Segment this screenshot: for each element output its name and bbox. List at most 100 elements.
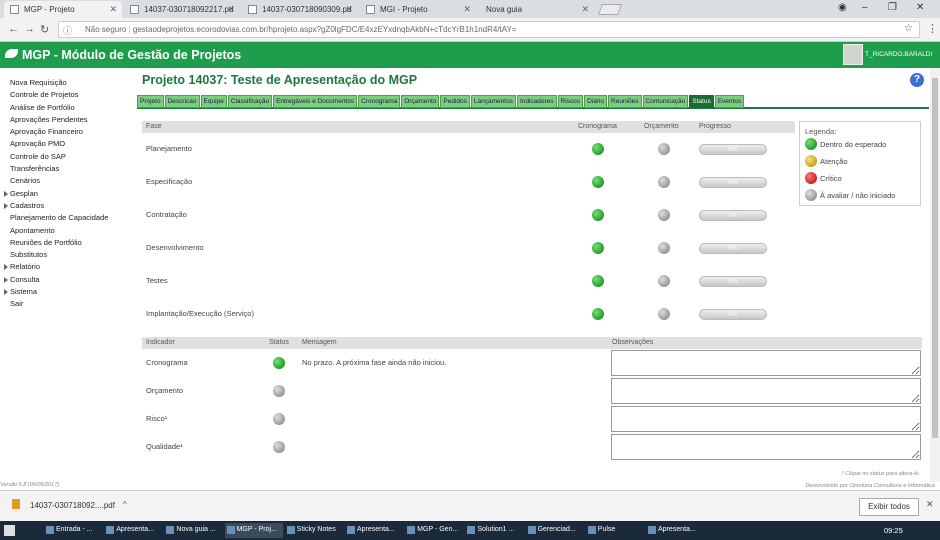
- profile-icon[interactable]: ◉: [838, 2, 847, 13]
- new-tab-button[interactable]: [597, 4, 623, 15]
- minimize-icon[interactable]: –: [862, 2, 868, 13]
- close-window-icon[interactable]: ✕: [916, 2, 924, 13]
- tab-item[interactable]: Diário: [584, 95, 608, 108]
- sidebar-item[interactable]: Transferências: [0, 164, 135, 176]
- close-icon[interactable]: ✕: [463, 4, 471, 15]
- back-icon[interactable]: ←: [8, 23, 19, 35]
- tab-item[interactable]: Reuniões: [608, 95, 642, 108]
- sidebar-item[interactable]: Aprovações Pendentes: [0, 115, 135, 127]
- budget-status-icon[interactable]: [658, 242, 670, 254]
- help-icon[interactable]: ?: [910, 73, 924, 87]
- browser-tab[interactable]: MGI - Projeto ✕: [360, 1, 476, 18]
- observations-field[interactable]: [611, 378, 921, 404]
- budget-status-icon[interactable]: [658, 275, 670, 287]
- indicator-status-icon[interactable]: [273, 385, 285, 397]
- budget-status-icon[interactable]: [658, 209, 670, 221]
- close-icon[interactable]: ✕: [109, 4, 117, 15]
- tab-item[interactable]: Entregáveis e Documentos: [273, 95, 358, 108]
- observations-field[interactable]: [611, 350, 921, 376]
- schedule-status-icon[interactable]: [592, 242, 604, 254]
- sidebar-item[interactable]: Apontamento: [0, 226, 135, 238]
- taskbar-item[interactable]: Solution1 ...: [465, 523, 523, 538]
- close-icon[interactable]: ✕: [581, 4, 589, 15]
- budget-status-icon[interactable]: [658, 308, 670, 320]
- schedule-status-icon[interactable]: [592, 209, 604, 221]
- taskbar-item[interactable]: Apresenta...: [104, 523, 162, 538]
- taskbar-item[interactable]: Sticky Notes: [285, 523, 343, 538]
- indicator-status-icon[interactable]: [273, 441, 285, 453]
- forward-icon[interactable]: →: [24, 23, 35, 35]
- menu-icon[interactable]: ⋮: [927, 22, 938, 35]
- tab-item[interactable]: Descricao: [164, 95, 200, 108]
- schedule-status-icon[interactable]: [592, 308, 604, 320]
- sidebar-item[interactable]: Substitutos: [0, 250, 135, 262]
- tab-item[interactable]: Pedidos: [440, 95, 470, 108]
- sidebar-item[interactable]: Sistema: [0, 287, 135, 299]
- sidebar-item[interactable]: Consulta: [0, 275, 135, 287]
- budget-status-icon[interactable]: [658, 176, 670, 188]
- bookmark-star-icon[interactable]: ☆: [904, 23, 913, 34]
- legend: Legenda: Dentro do esperado Atenção Crític…: [799, 121, 921, 206]
- download-file[interactable]: 14037-030718092....pdf: [30, 501, 115, 510]
- tab-item[interactable]: Orçamento: [401, 95, 440, 108]
- close-icon[interactable]: ✕: [926, 499, 934, 510]
- sidebar-item[interactable]: Aprovação Financeiro: [0, 127, 135, 139]
- sidebar-item[interactable]: Cenários: [0, 176, 135, 188]
- budget-status-icon[interactable]: [658, 143, 670, 155]
- tab-item[interactable]: Comunicação: [642, 95, 689, 108]
- sidebar-item[interactable]: Nova Requisição: [0, 78, 135, 90]
- sidebar-item[interactable]: Gesplan: [0, 189, 135, 201]
- maximize-icon[interactable]: ❐: [888, 2, 897, 13]
- tab-item[interactable]: Projeto: [137, 95, 164, 108]
- tab-item[interactable]: Eventos: [714, 95, 745, 108]
- tab-item[interactable]: Status: [689, 95, 714, 108]
- tab-item[interactable]: Indicadores: [516, 95, 557, 108]
- observations-field[interactable]: [611, 434, 921, 460]
- taskbar-item[interactable]: Pulse: [586, 523, 644, 538]
- show-all-button[interactable]: Exibir todos: [859, 498, 919, 516]
- browser-tab[interactable]: MGP - Projeto ✕: [4, 1, 122, 18]
- close-icon[interactable]: ✕: [227, 4, 235, 15]
- close-icon[interactable]: ✕: [345, 4, 353, 15]
- taskbar-item[interactable]: MGP - Proj...: [224, 523, 283, 538]
- sidebar-item[interactable]: Sair: [0, 299, 135, 311]
- indicator-status-icon[interactable]: [273, 357, 285, 369]
- browser-tab[interactable]: Nova guia ✕: [478, 1, 594, 18]
- taskbar-item[interactable]: Gerenciad...: [526, 523, 584, 538]
- sidebar-item[interactable]: Aprovação PMO: [0, 139, 135, 151]
- tab-item[interactable]: Cronograma: [358, 95, 401, 108]
- reload-icon[interactable]: ↻: [40, 23, 49, 36]
- schedule-status-icon[interactable]: [592, 275, 604, 287]
- windows-start-icon[interactable]: [4, 525, 15, 536]
- taskbar-item[interactable]: Apresenta...: [646, 523, 704, 538]
- security-label: Não seguro: [85, 25, 127, 34]
- browser-tab[interactable]: 14037-030718092217.pd ✕: [124, 1, 240, 18]
- schedule-status-icon[interactable]: [592, 143, 604, 155]
- taskbar-item[interactable]: MGP - Gen...: [405, 523, 463, 538]
- browser-tab[interactable]: 14037-030718090309.pd ✕: [242, 1, 358, 18]
- taskbar-item[interactable]: Apresenta...: [345, 523, 403, 538]
- observations-field[interactable]: [611, 406, 921, 432]
- schedule-status-icon[interactable]: [592, 176, 604, 188]
- sidebar-item[interactable]: Cadastros: [0, 201, 135, 213]
- sidebar-item[interactable]: Controle do SAP: [0, 152, 135, 164]
- sidebar-item[interactable]: Relatório: [0, 262, 135, 274]
- chevron-up-icon[interactable]: ^: [123, 500, 127, 509]
- taskbar-item[interactable]: Entrada - ...: [44, 523, 102, 538]
- tab-item[interactable]: Equipe: [200, 95, 227, 108]
- scrollbar[interactable]: [930, 68, 940, 482]
- sidebar-item[interactable]: Análise de Portfólio: [0, 103, 135, 115]
- url-input[interactable]: ⓘ Não seguro | gestaodeprojetos.ecorodov…: [58, 21, 920, 38]
- info-icon[interactable]: ⓘ: [63, 24, 72, 37]
- tab-item[interactable]: Classificação: [227, 95, 273, 108]
- sidebar-item[interactable]: Reuniões de Portfólio: [0, 238, 135, 250]
- scrollbar-thumb[interactable]: [932, 78, 938, 438]
- phase-table-header: Fase Cronograma Orçamento Progresso: [142, 121, 795, 133]
- indicator-status-icon[interactable]: [273, 413, 285, 425]
- sidebar-item[interactable]: Planejamento de Capacidade: [0, 213, 135, 225]
- taskbar-item[interactable]: Nova guia ...: [164, 523, 222, 538]
- tab-item[interactable]: Riscos: [557, 95, 584, 108]
- sidebar-item[interactable]: Controle de Projetos: [0, 90, 135, 102]
- user-name[interactable]: T_RICARDO.BARALDI: [865, 51, 932, 58]
- tab-item[interactable]: Lançamentos: [470, 95, 516, 108]
